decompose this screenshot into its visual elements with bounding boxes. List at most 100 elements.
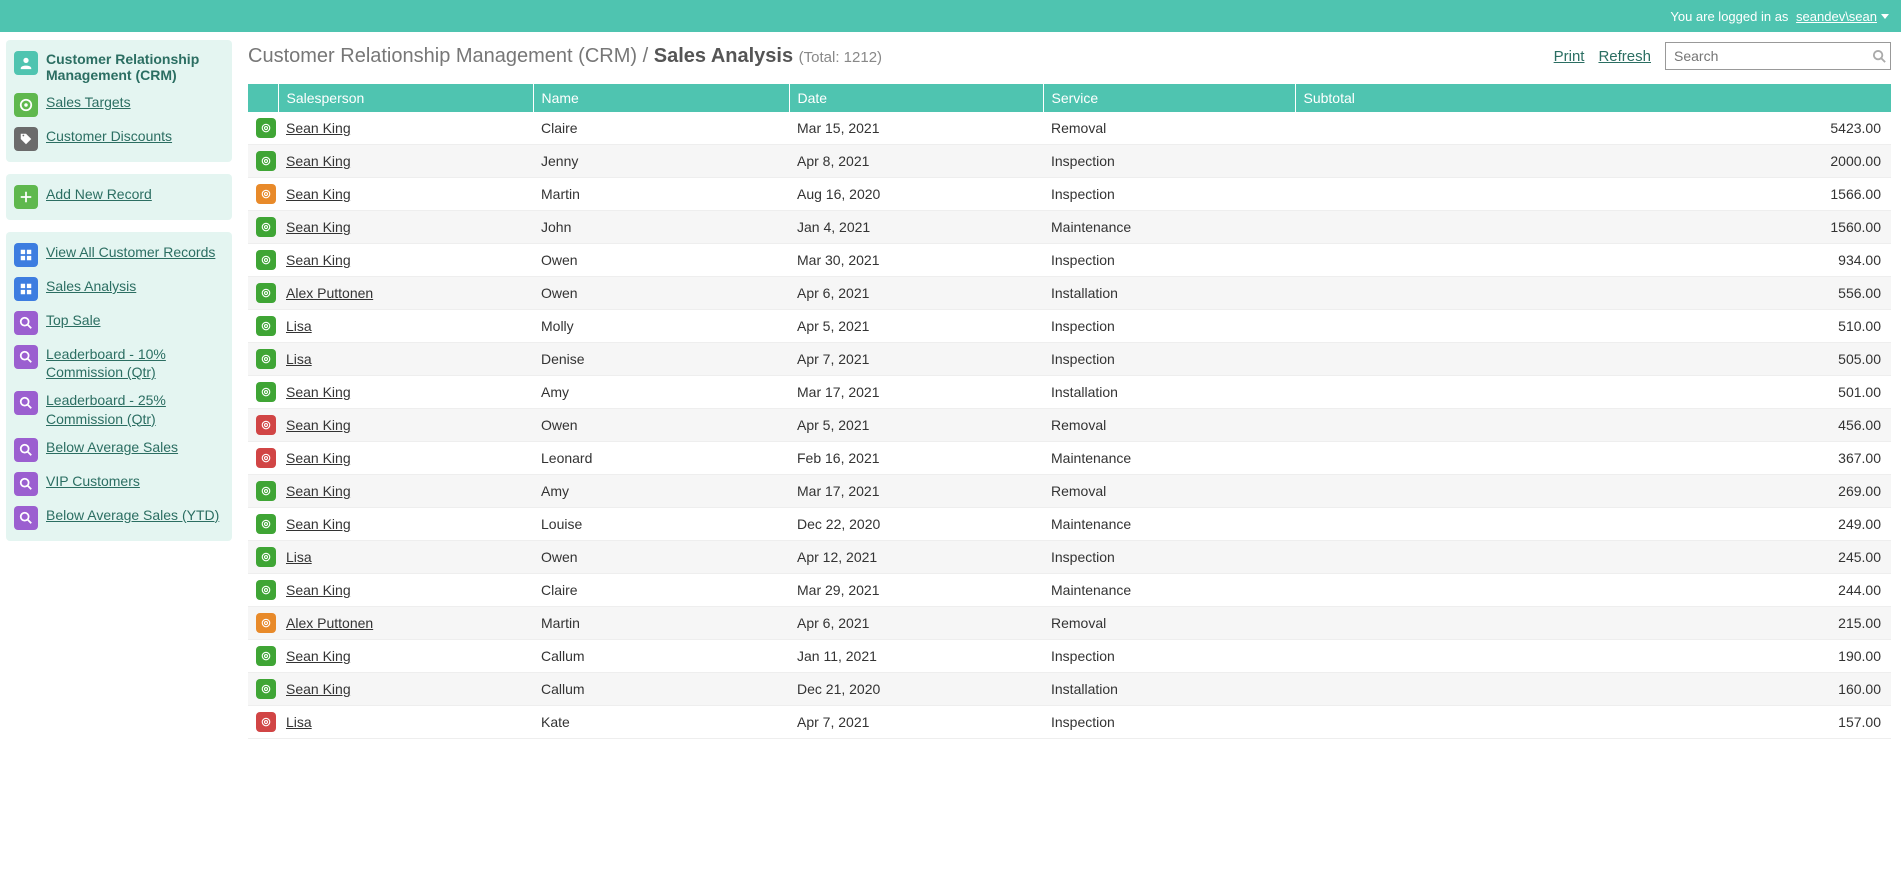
chevron-down-icon[interactable]: [1881, 14, 1889, 19]
service-cell: Installation: [1043, 376, 1295, 409]
date-cell: Dec 22, 2020: [789, 508, 1043, 541]
service-cell: Removal: [1043, 607, 1295, 640]
salesperson-cell: Sean King: [278, 574, 533, 607]
table-row[interactable]: LisaDeniseApr 7, 2021Inspection505.00: [248, 343, 1891, 376]
salesperson-link[interactable]: Sean King: [286, 450, 351, 466]
search-box[interactable]: [1665, 42, 1891, 70]
sidebar-item-label: Sales Targets: [46, 93, 131, 111]
salesperson-cell: Sean King: [278, 211, 533, 244]
col-status[interactable]: [248, 84, 278, 112]
sidebar-item[interactable]: Leaderboard - 10% Commission (Qtr): [10, 340, 228, 386]
service-cell: Inspection: [1043, 640, 1295, 673]
status-cell: [248, 409, 278, 442]
salesperson-cell: Sean King: [278, 508, 533, 541]
salesperson-link[interactable]: Sean King: [286, 384, 351, 400]
sidebar-item-label: Below Average Sales (YTD): [46, 506, 219, 524]
status-cell: [248, 112, 278, 145]
service-cell: Removal: [1043, 112, 1295, 145]
salesperson-link[interactable]: Sean King: [286, 219, 351, 235]
sidebar-item[interactable]: Top Sale: [10, 306, 228, 340]
table-row[interactable]: Sean KingOwenMar 30, 2021Inspection934.0…: [248, 244, 1891, 277]
date-cell: Apr 6, 2021: [789, 607, 1043, 640]
breadcrumb: Customer Relationship Management (CRM) /…: [248, 45, 882, 68]
salesperson-cell: Lisa: [278, 541, 533, 574]
salesperson-link[interactable]: Sean King: [286, 417, 351, 433]
sidebar-item[interactable]: Sales Analysis: [10, 272, 228, 306]
salesperson-link[interactable]: Sean King: [286, 582, 351, 598]
table-row[interactable]: Sean KingJennyApr 8, 2021Inspection2000.…: [248, 145, 1891, 178]
table-row[interactable]: Sean KingAmyMar 17, 2021Installation501.…: [248, 376, 1891, 409]
sidebar-item-label: Top Sale: [46, 311, 100, 329]
subtotal-cell: 245.00: [1295, 541, 1891, 574]
table-row[interactable]: Sean KingCallumDec 21, 2020Installation1…: [248, 673, 1891, 706]
sidebar-item[interactable]: VIP Customers: [10, 467, 228, 501]
col-name[interactable]: Name: [533, 84, 789, 112]
grid-icon: [14, 277, 38, 301]
sidebar-item[interactable]: Customer Discounts: [10, 122, 228, 156]
salesperson-link[interactable]: Lisa: [286, 318, 312, 334]
table-row[interactable]: LisaMollyApr 5, 2021Inspection510.00: [248, 310, 1891, 343]
user-menu-link[interactable]: seandev\sean: [1796, 9, 1877, 24]
name-cell: Kate: [533, 706, 789, 739]
service-cell: Maintenance: [1043, 508, 1295, 541]
salesperson-link[interactable]: Sean King: [286, 681, 351, 697]
sidebar-item-label: Sales Analysis: [46, 277, 136, 295]
salesperson-link[interactable]: Sean King: [286, 483, 351, 499]
salesperson-link[interactable]: Alex Puttonen: [286, 615, 373, 631]
salesperson-link[interactable]: Sean King: [286, 516, 351, 532]
table-row[interactable]: Sean KingClaireMar 15, 2021Removal5423.0…: [248, 112, 1891, 145]
status-icon: [256, 481, 276, 501]
status-cell: [248, 145, 278, 178]
sidebar-item[interactable]: Leaderboard - 25% Commission (Qtr): [10, 386, 228, 432]
salesperson-link[interactable]: Lisa: [286, 714, 312, 730]
table-row[interactable]: Sean KingCallumJan 11, 2021Inspection190…: [248, 640, 1891, 673]
table-row[interactable]: Sean KingOwenApr 5, 2021Removal456.00: [248, 409, 1891, 442]
table-row[interactable]: Sean KingLeonardFeb 16, 2021Maintenance3…: [248, 442, 1891, 475]
salesperson-link[interactable]: Sean King: [286, 648, 351, 664]
status-cell: [248, 673, 278, 706]
breadcrumb-root[interactable]: Customer Relationship Management (CRM): [248, 45, 637, 67]
table-row[interactable]: LisaOwenApr 12, 2021Inspection245.00: [248, 541, 1891, 574]
col-subtotal[interactable]: Subtotal: [1295, 84, 1891, 112]
users-icon: [14, 51, 38, 75]
table-row[interactable]: Sean KingLouiseDec 22, 2020Maintenance24…: [248, 508, 1891, 541]
salesperson-cell: Sean King: [278, 376, 533, 409]
table-row[interactable]: Alex PuttonenMartinApr 6, 2021Removal215…: [248, 607, 1891, 640]
sidebar-item[interactable]: Below Average Sales (YTD): [10, 501, 228, 535]
salesperson-link[interactable]: Sean King: [286, 186, 351, 202]
table-row[interactable]: Sean KingAmyMar 17, 2021Removal269.00: [248, 475, 1891, 508]
sidebar-item[interactable]: Below Average Sales: [10, 433, 228, 467]
grid-icon: [14, 243, 38, 267]
table-body: Sean KingClaireMar 15, 2021Removal5423.0…: [248, 112, 1891, 739]
status-icon: [256, 382, 276, 402]
status-cell: [248, 277, 278, 310]
salesperson-link[interactable]: Sean King: [286, 252, 351, 268]
search-icon[interactable]: [1868, 49, 1890, 64]
name-cell: Callum: [533, 673, 789, 706]
col-service[interactable]: Service: [1043, 84, 1295, 112]
salesperson-cell: Sean King: [278, 475, 533, 508]
table-row[interactable]: Sean KingJohnJan 4, 2021Maintenance1560.…: [248, 211, 1891, 244]
table-row[interactable]: LisaKateApr 7, 2021Inspection157.00: [248, 706, 1891, 739]
name-cell: Claire: [533, 574, 789, 607]
search-input[interactable]: [1666, 48, 1868, 64]
service-cell: Inspection: [1043, 178, 1295, 211]
salesperson-link[interactable]: Lisa: [286, 549, 312, 565]
table-row[interactable]: Sean KingMartinAug 16, 2020Inspection156…: [248, 178, 1891, 211]
salesperson-cell: Sean King: [278, 145, 533, 178]
date-cell: Mar 17, 2021: [789, 475, 1043, 508]
col-salesperson[interactable]: Salesperson: [278, 84, 533, 112]
refresh-link[interactable]: Refresh: [1598, 48, 1651, 65]
salesperson-link[interactable]: Sean King: [286, 120, 351, 136]
col-date[interactable]: Date: [789, 84, 1043, 112]
sidebar-item[interactable]: View All Customer Records: [10, 238, 228, 272]
salesperson-link[interactable]: Sean King: [286, 153, 351, 169]
sidebar-item[interactable]: Sales Targets: [10, 88, 228, 122]
print-link[interactable]: Print: [1554, 48, 1585, 65]
table-row[interactable]: Sean KingClaireMar 29, 2021Maintenance24…: [248, 574, 1891, 607]
salesperson-cell: Alex Puttonen: [278, 607, 533, 640]
sidebar-item[interactable]: Add New Record: [10, 180, 228, 214]
salesperson-link[interactable]: Alex Puttonen: [286, 285, 373, 301]
salesperson-link[interactable]: Lisa: [286, 351, 312, 367]
table-row[interactable]: Alex PuttonenOwenApr 6, 2021Installation…: [248, 277, 1891, 310]
